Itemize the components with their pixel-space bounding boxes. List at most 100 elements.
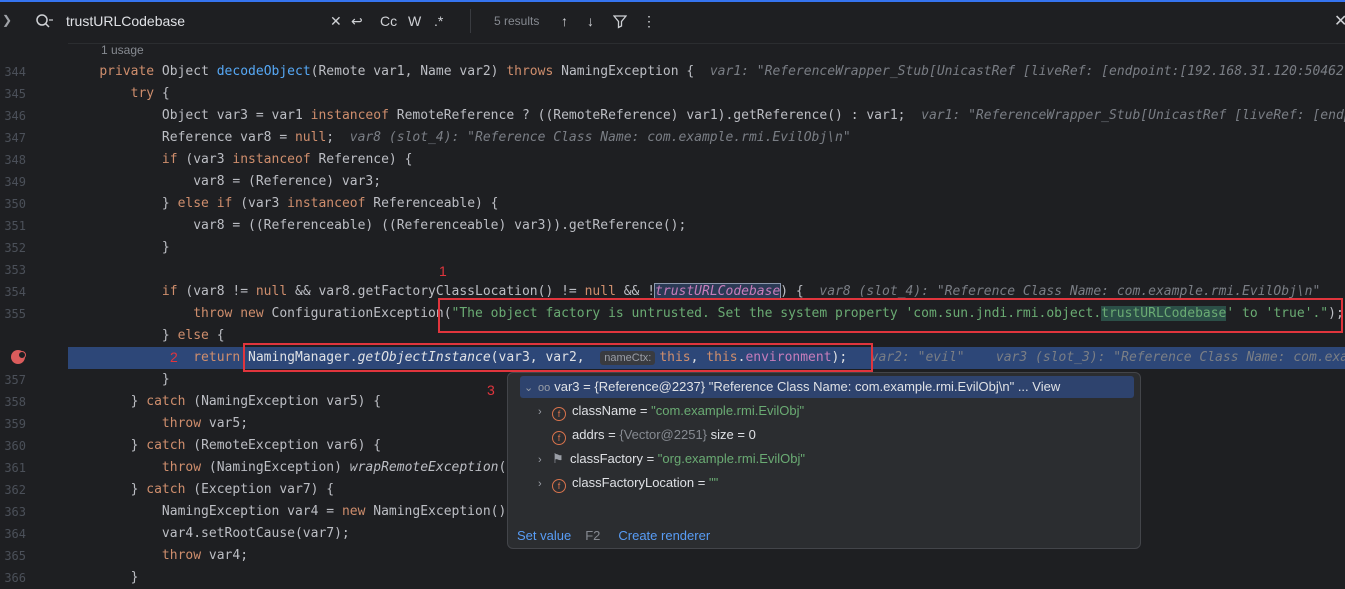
code-line-366[interactable]: throw var4; bbox=[68, 545, 248, 567]
set-value-shortcut: F2 bbox=[585, 528, 601, 543]
popup-field-row[interactable]: f addrs = {Vector@2251} size = 0 bbox=[538, 424, 756, 446]
code-line-347[interactable]: Reference var8 = null; var8 (slot_4): "R… bbox=[68, 127, 851, 149]
field-equals: = bbox=[604, 427, 620, 442]
field-extra: size = 0 bbox=[710, 427, 756, 442]
popup-root-variable[interactable]: ⌄ oo var3 = {Reference@2237} "Reference Cl… bbox=[520, 376, 1134, 398]
code-line-359[interactable]: } catch (NamingException var5) { bbox=[68, 391, 381, 413]
field-name: classFactory bbox=[570, 451, 643, 466]
code-line-351[interactable]: var8 = ((Referenceable) ((Referenceable)… bbox=[68, 215, 686, 237]
line-number: 362 bbox=[4, 483, 26, 497]
line-number: 360 bbox=[4, 439, 26, 453]
code-line-360[interactable]: throw var5; bbox=[68, 413, 248, 435]
field-name: addrs bbox=[572, 427, 605, 442]
search-input[interactable]: trustURLCodebase bbox=[66, 13, 185, 29]
inline-debug-value: var8 (slot_4): "Reference Class Name: co… bbox=[349, 130, 851, 145]
line-number: 345 bbox=[4, 87, 26, 101]
line-number: 353 bbox=[4, 263, 26, 277]
previous-occurrence-icon[interactable]: ↑ bbox=[561, 11, 568, 31]
code-line-363[interactable]: } catch (Exception var7) { bbox=[68, 479, 335, 501]
field-value: "com.example.rmi.EvilObj" bbox=[651, 403, 805, 418]
popup-footer: Set value F2 Create renderer bbox=[517, 528, 724, 543]
search-icon[interactable] bbox=[34, 11, 54, 31]
inline-debug-value: var1: "ReferenceWrapper_Stub[UnicastRef … bbox=[709, 64, 1344, 79]
line-number: 346 bbox=[4, 109, 26, 123]
line-number: 344 bbox=[4, 65, 26, 79]
filter-icon[interactable] bbox=[613, 11, 627, 31]
find-bar-divider bbox=[470, 9, 471, 33]
chevron-right-icon[interactable]: › bbox=[538, 401, 552, 423]
code-line-358[interactable]: } bbox=[68, 369, 170, 391]
usage-hint[interactable]: 1 usage bbox=[101, 43, 144, 57]
line-number: 358 bbox=[4, 395, 26, 409]
view-link[interactable]: ... View bbox=[1018, 379, 1060, 394]
code-line-348[interactable]: if (var3 instanceof Reference) { bbox=[68, 149, 412, 171]
clear-search-icon[interactable]: ✕ bbox=[330, 11, 342, 31]
chevron-right-icon[interactable]: › bbox=[538, 449, 552, 471]
line-number: 359 bbox=[4, 417, 26, 431]
collapse-chevron-icon[interactable]: ❯ bbox=[2, 13, 12, 27]
popup-root-label: var3 = {Reference@2237} "Reference Class… bbox=[554, 379, 1015, 394]
field-value: "" bbox=[708, 475, 719, 490]
annotation-number-1: 1 bbox=[439, 263, 447, 279]
code-line-344[interactable]: private Object decodeObject(Remote var1,… bbox=[68, 61, 1344, 83]
field-equals: = bbox=[642, 451, 658, 466]
inline-debug-value: var2: "evil" bbox=[870, 350, 965, 365]
line-number: 361 bbox=[4, 461, 26, 475]
field-icon: f bbox=[552, 479, 566, 493]
field-name: className bbox=[572, 403, 637, 418]
line-number: 354 bbox=[4, 285, 26, 299]
line-number: 364 bbox=[4, 527, 26, 541]
annotation-number-2: 2 bbox=[170, 349, 178, 365]
line-number: 347 bbox=[4, 131, 26, 145]
more-options-icon[interactable]: ⋮ bbox=[642, 11, 656, 31]
popup-field-row[interactable]: › f classFactoryLocation = "" bbox=[538, 472, 718, 494]
next-occurrence-icon[interactable]: ↓ bbox=[587, 11, 594, 31]
field-icon: f bbox=[552, 407, 566, 421]
search-results-count: 5 results bbox=[494, 14, 540, 28]
field-equals: = bbox=[636, 403, 652, 418]
line-number: 363 bbox=[4, 505, 26, 519]
code-line-349[interactable]: var8 = (Reference) var3; bbox=[68, 171, 381, 193]
code-line-345[interactable]: try { bbox=[68, 83, 170, 105]
code-line-361[interactable]: } catch (RemoteException var6) { bbox=[68, 435, 381, 457]
line-number: 351 bbox=[4, 219, 26, 233]
code-line-364[interactable]: NamingException var4 = new NamingExcepti… bbox=[68, 501, 506, 523]
line-number: 366 bbox=[4, 571, 26, 585]
regex-button[interactable]: .* bbox=[434, 11, 443, 31]
field-name: classFactoryLocation bbox=[572, 475, 695, 490]
create-renderer-link[interactable]: Create renderer bbox=[618, 528, 710, 543]
debugger-value-popup: ⌄ oo var3 = {Reference@2237} "Reference Cl… bbox=[507, 372, 1141, 549]
line-number: 352 bbox=[4, 241, 26, 255]
line-number: 357 bbox=[4, 373, 26, 387]
set-value-link[interactable]: Set value bbox=[517, 528, 571, 543]
new-line-icon[interactable]: ↩ bbox=[351, 11, 363, 31]
popup-field-row[interactable]: › f className = "com.example.rmi.EvilObj" bbox=[538, 400, 804, 422]
line-number: 349 bbox=[4, 175, 26, 189]
code-line-350[interactable]: } else if (var3 instanceof Referenceable… bbox=[68, 193, 499, 215]
field-equals: = bbox=[694, 475, 709, 490]
flag-icon: ⚑ bbox=[552, 451, 564, 466]
code-line-362[interactable]: throw (NamingException) wrapRemoteExcept… bbox=[68, 457, 506, 479]
watch-glasses-icon: oo bbox=[538, 382, 551, 394]
code-line-365[interactable]: var4.setRootCause(var7); bbox=[68, 523, 350, 545]
match-case-button[interactable]: Cc bbox=[380, 11, 397, 31]
code-line-356[interactable]: } else { bbox=[68, 325, 225, 347]
breakpoint-icon[interactable] bbox=[11, 350, 26, 364]
code-line-346[interactable]: Object var3 = var1 instanceof RemoteRefe… bbox=[68, 105, 1345, 127]
code-line-352[interactable]: } bbox=[68, 237, 170, 259]
close-find-icon[interactable]: ✕ bbox=[1334, 11, 1345, 31]
annotation-box-2 bbox=[243, 343, 873, 372]
field-icon: f bbox=[552, 431, 566, 445]
find-bar: ❯ trustURLCodebase ✕ ↩ Cc W .* 5 results… bbox=[0, 0, 1345, 44]
annotation-box-1 bbox=[438, 298, 1343, 333]
line-number: 365 bbox=[4, 549, 26, 563]
whole-words-button[interactable]: W bbox=[408, 11, 421, 31]
chevron-down-icon[interactable]: ⌄ bbox=[524, 377, 538, 399]
find-bar-accent bbox=[0, 0, 1345, 2]
field-value: "org.example.rmi.EvilObj" bbox=[657, 451, 806, 466]
popup-field-row[interactable]: › ⚑ classFactory = "org.example.rmi.EvilOb… bbox=[538, 448, 805, 470]
line-number: 350 bbox=[4, 197, 26, 211]
inline-debug-value: var8 (slot_4): "Reference Class Name: co… bbox=[819, 284, 1321, 299]
field-value: {Vector@2251} bbox=[619, 427, 708, 442]
chevron-right-icon[interactable]: › bbox=[538, 473, 552, 495]
